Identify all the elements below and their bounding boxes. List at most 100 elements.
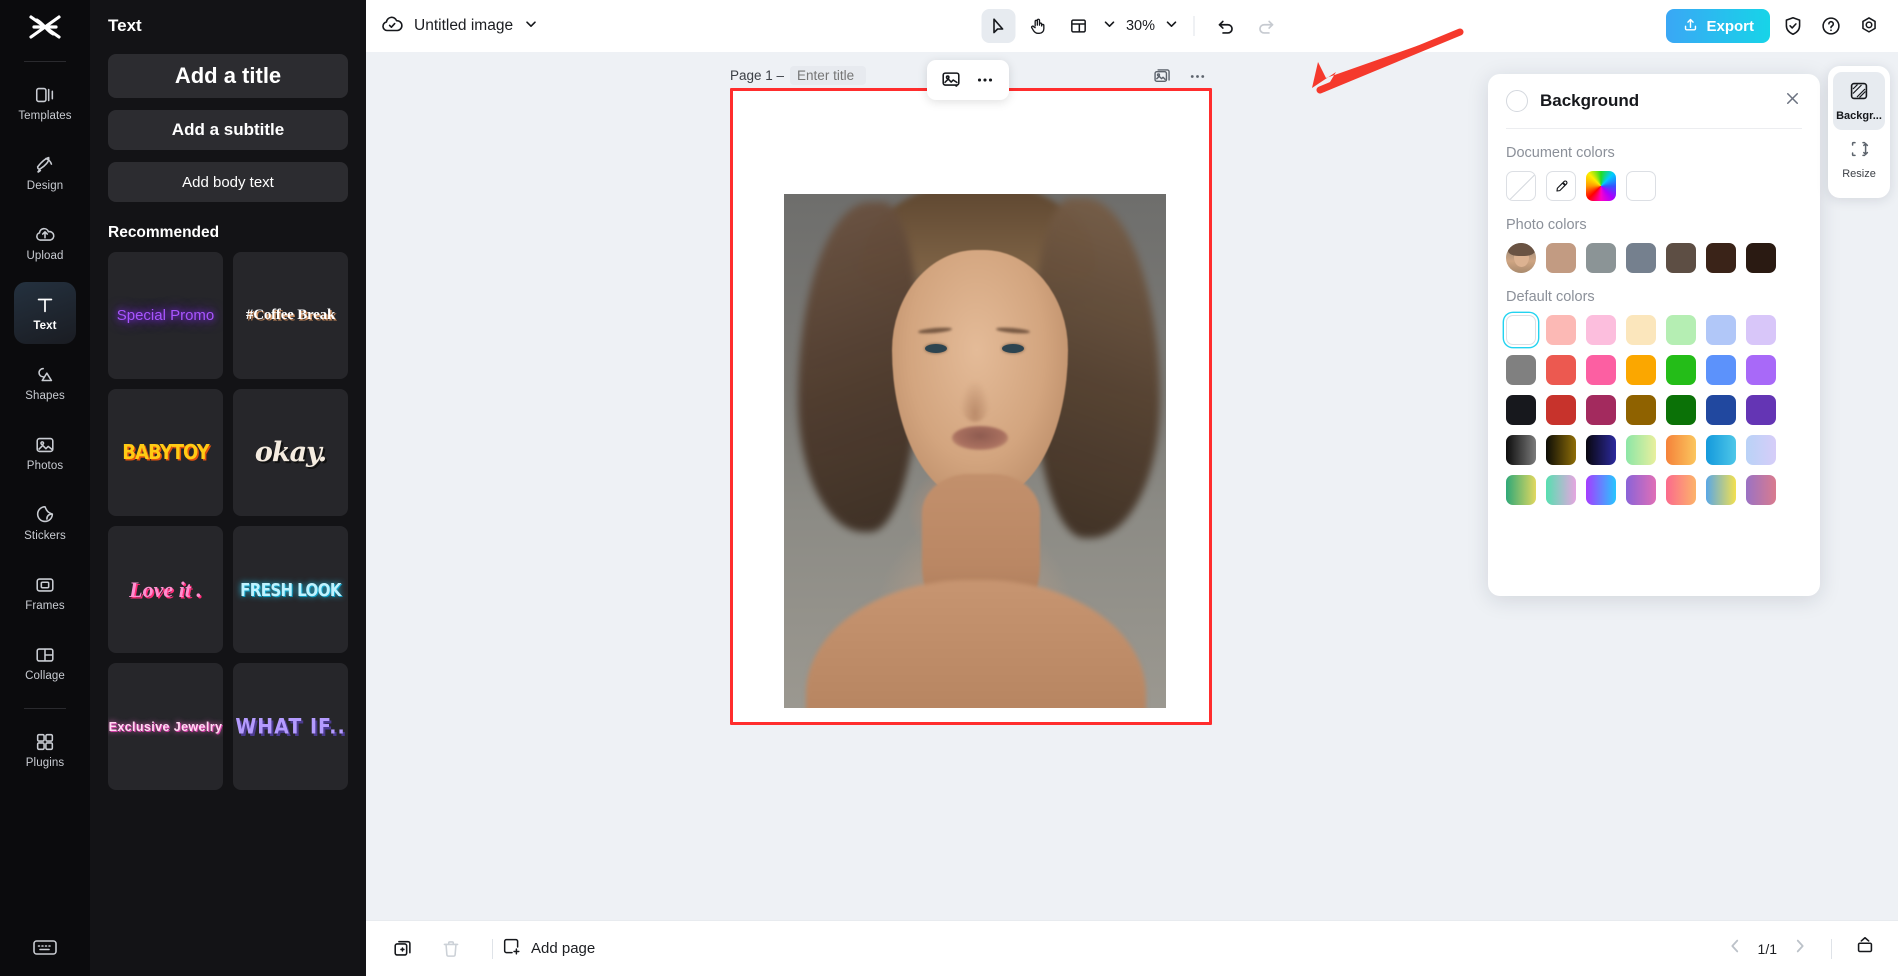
swatch-light-cream[interactable] <box>1626 315 1656 345</box>
chevron-down-icon[interactable] <box>1102 16 1118 37</box>
swatch-gray[interactable] <box>1506 355 1536 385</box>
chevron-left-icon[interactable] <box>1726 937 1744 960</box>
text-template-card[interactable]: Exclusive Jewelry <box>108 663 223 790</box>
sidebar-item-templates[interactable]: Templates <box>14 72 76 134</box>
text-template-card[interactable]: FRESH LOOK <box>233 526 348 653</box>
swatch-light-blue[interactable] <box>1706 315 1736 345</box>
text-template-card[interactable]: Love it . <box>108 526 223 653</box>
text-template-card[interactable]: Special Promo <box>108 252 223 379</box>
swatch-white[interactable] <box>1506 315 1536 345</box>
export-button[interactable]: Export <box>1666 9 1770 43</box>
swatch-no-color[interactable] <box>1506 171 1536 201</box>
question-circle-icon[interactable] <box>1816 11 1846 41</box>
swatch-color-wheel[interactable] <box>1586 171 1616 201</box>
capcut-logo-icon[interactable] <box>28 14 62 45</box>
swatch-photo-thumbnail[interactable] <box>1506 243 1536 273</box>
sidebar-item-stickers[interactable]: Stickers <box>14 492 76 554</box>
trash-icon[interactable] <box>436 934 466 964</box>
swatch-gradient-black-gold[interactable] <box>1546 435 1576 465</box>
swatch-blue-gray[interactable] <box>1626 243 1656 273</box>
cloud-saved-icon[interactable] <box>380 12 404 41</box>
swatch-slate-gray[interactable] <box>1586 243 1616 273</box>
swatch-pink[interactable] <box>1586 355 1616 385</box>
text-template-card[interactable]: BABYTOY <box>108 389 223 516</box>
swatch-light-red[interactable] <box>1546 315 1576 345</box>
page-panel-icon[interactable] <box>1854 935 1876 962</box>
layout-grid-icon[interactable] <box>1062 9 1096 43</box>
page-title-input[interactable] <box>790 66 867 85</box>
swatch-green[interactable] <box>1666 355 1696 385</box>
swatch-red[interactable] <box>1546 355 1576 385</box>
more-dots-icon[interactable] <box>971 66 999 94</box>
sidebar-item-photos[interactable]: Photos <box>14 422 76 484</box>
swatch-blue[interactable] <box>1706 355 1736 385</box>
add-subtitle-button[interactable]: Add a subtitle <box>108 110 348 150</box>
chevron-down-icon[interactable] <box>1164 16 1180 37</box>
hand-pan-icon[interactable] <box>1022 9 1056 43</box>
swatch-gradient-black-gray[interactable] <box>1506 435 1536 465</box>
shield-check-icon[interactable] <box>1778 11 1808 41</box>
swatch-taupe[interactable] <box>1666 243 1696 273</box>
swatch-gradient-mint-pink[interactable] <box>1546 475 1576 505</box>
swatch-gradient-blue-cyan[interactable] <box>1706 435 1736 465</box>
cursor-select-icon[interactable] <box>981 9 1016 43</box>
close-icon[interactable] <box>1783 89 1802 113</box>
page-canvas[interactable] <box>730 88 1212 725</box>
sidebar-item-plugins[interactable]: Plugins <box>14 719 76 781</box>
redo-icon[interactable] <box>1249 9 1283 43</box>
sidebar-item-upload[interactable]: Upload <box>14 212 76 274</box>
swatch-gradient-teal-yellow[interactable] <box>1506 475 1536 505</box>
sidebar-item-design[interactable]: Design <box>14 142 76 204</box>
dock-item-background[interactable]: Backgr... <box>1833 72 1885 130</box>
image-edit-icon[interactable] <box>937 66 965 94</box>
swatch-purple[interactable] <box>1746 355 1776 385</box>
swatch-gradient-blue-yellow[interactable] <box>1706 475 1736 505</box>
swatch-gradient-pink-orange[interactable] <box>1666 475 1696 505</box>
swatch-white[interactable] <box>1626 171 1656 201</box>
duplicate-page-icon[interactable] <box>388 934 418 964</box>
swatch-gradient-orange-yellow[interactable] <box>1666 435 1696 465</box>
keyboard-icon[interactable] <box>32 937 58 962</box>
sidebar-item-text[interactable]: Text <box>14 282 76 344</box>
swatch-magenta[interactable] <box>1586 395 1616 425</box>
chevron-right-icon[interactable] <box>1791 937 1809 960</box>
text-template-card[interactable]: #Coffee Break <box>233 252 348 379</box>
chevron-down-icon[interactable] <box>523 16 539 37</box>
rail-divider <box>24 61 66 62</box>
swatch-dark-brown[interactable] <box>1706 243 1736 273</box>
swatch-gradient-rose-mauve[interactable] <box>1746 475 1776 505</box>
photo-object[interactable] <box>784 194 1166 708</box>
document-title[interactable]: Untitled image <box>414 17 513 35</box>
swatch-dark-green[interactable] <box>1666 395 1696 425</box>
background-color-preview[interactable] <box>1506 90 1528 112</box>
swatch-gradient-violet-rose[interactable] <box>1626 475 1656 505</box>
eyedropper-icon[interactable] <box>1546 171 1576 201</box>
swatch-dark-red[interactable] <box>1546 395 1576 425</box>
swatch-near-black[interactable] <box>1746 243 1776 273</box>
sidebar-item-collage[interactable]: Collage <box>14 632 76 694</box>
swatch-light-pink[interactable] <box>1586 315 1616 345</box>
dock-item-resize[interactable]: Resize <box>1833 130 1885 188</box>
swatch-orange[interactable] <box>1626 355 1656 385</box>
swatch-dark-gold[interactable] <box>1626 395 1656 425</box>
swatch-light-green[interactable] <box>1666 315 1696 345</box>
swatch-gradient-purple-cyan[interactable] <box>1586 475 1616 505</box>
gear-icon[interactable] <box>1854 11 1884 41</box>
zoom-level[interactable]: 30% <box>1124 18 1158 34</box>
swatch-gradient-lightblue-lilac[interactable] <box>1746 435 1776 465</box>
sidebar-item-frames[interactable]: Frames <box>14 562 76 624</box>
swatch-black[interactable] <box>1506 395 1536 425</box>
swatch-light-purple[interactable] <box>1746 315 1776 345</box>
add-body-text-button[interactable]: Add body text <box>108 162 348 202</box>
undo-icon[interactable] <box>1209 9 1243 43</box>
swatch-gradient-black-navy[interactable] <box>1586 435 1616 465</box>
sidebar-item-shapes[interactable]: Shapes <box>14 352 76 414</box>
add-page-button[interactable]: Add page <box>501 936 595 961</box>
text-template-card[interactable]: WHAT IF.. <box>233 663 348 790</box>
swatch-dark-purple[interactable] <box>1746 395 1776 425</box>
swatch-tan[interactable] <box>1546 243 1576 273</box>
text-template-card[interactable]: okay. <box>233 389 348 516</box>
swatch-gradient-green-yellow[interactable] <box>1626 435 1656 465</box>
add-title-button[interactable]: Add a title <box>108 54 348 98</box>
swatch-dark-blue[interactable] <box>1706 395 1736 425</box>
